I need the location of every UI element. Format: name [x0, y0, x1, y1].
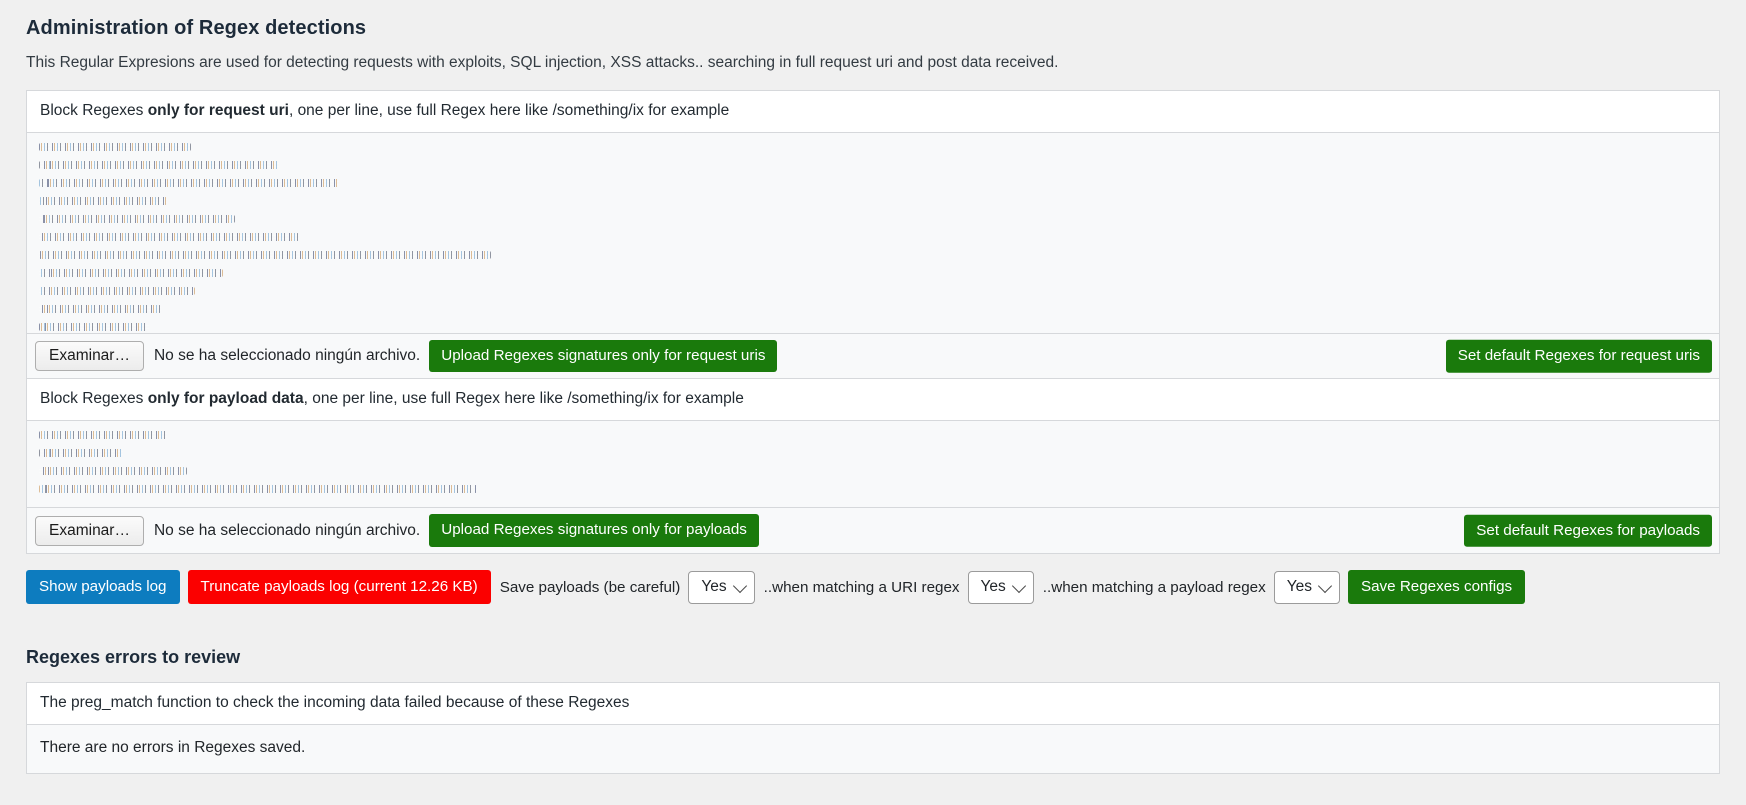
- save-payloads-select[interactable]: Yes: [688, 570, 755, 604]
- redacted-regex-line: [39, 251, 491, 259]
- regex-administration-page: Administration of Regex detections This …: [0, 0, 1746, 805]
- errors-card-header: The preg_match function to check the inc…: [27, 683, 1719, 726]
- payload-regexes-textarea[interactable]: [27, 421, 1719, 508]
- uri-head-strong: only for request uri: [147, 102, 289, 119]
- redacted-regex-line: [39, 485, 477, 494]
- regex-toolbar: Show payloads log Truncate payloads log …: [26, 554, 1720, 605]
- uri-head-prefix: Block Regexes: [40, 102, 148, 119]
- payload-actions-row: Examinar… No se ha seleccionado ningún a…: [27, 507, 1719, 553]
- uri-regexes-card-header: Block Regexes only for request uri, one …: [27, 91, 1719, 133]
- save-payloads-select-value: Yes: [701, 577, 727, 595]
- chevron-down-icon: [1011, 579, 1026, 594]
- errors-card-body: There are no errors in Regexes saved.: [27, 725, 1719, 774]
- uri-set-default-button[interactable]: Set default Regexes for request uris: [1445, 340, 1712, 373]
- redacted-regex-line: [39, 143, 191, 151]
- payload-regexes-card-header: Block Regexes only for payload data, one…: [27, 379, 1719, 422]
- page-title: Administration of Regex detections: [26, 17, 367, 39]
- chevron-down-icon: [1317, 579, 1333, 594]
- uri-upload-button[interactable]: Upload Regexes signatures only for reque…: [429, 340, 778, 373]
- payload-match-label: ..when matching a payload regex: [1042, 578, 1266, 596]
- redacted-regex-line: [39, 269, 223, 277]
- uri-match-select-value: Yes: [980, 577, 1006, 595]
- redacted-regex-line: [39, 467, 187, 476]
- redacted-regex-line: [39, 449, 123, 458]
- payload-match-select[interactable]: Yes: [1273, 570, 1340, 604]
- uri-regexes-textarea[interactable]: [27, 133, 1719, 333]
- payload-head-prefix: Block Regexes: [40, 390, 148, 408]
- uri-regexes-card: Block Regexes only for request uri, one …: [26, 90, 1720, 380]
- redacted-regex-line: [39, 215, 235, 223]
- uri-file-status: No se ha seleccionado ningún archivo.: [153, 347, 421, 365]
- redacted-regex-line: [39, 287, 195, 295]
- errors-card: The preg_match function to check the inc…: [26, 682, 1720, 775]
- truncate-payloads-log-button[interactable]: Truncate payloads log (current 12.26 KB): [187, 569, 491, 605]
- uri-match-label: ..when matching a URI regex: [763, 578, 960, 596]
- payload-match-select-value: Yes: [1286, 577, 1312, 595]
- payload-upload-button[interactable]: Upload Regexes signatures only for paylo…: [429, 514, 759, 547]
- redacted-regex-line: [39, 305, 161, 313]
- redacted-regex-line: [39, 179, 339, 187]
- uri-actions-row: Examinar… No se ha seleccionado ningún a…: [27, 333, 1719, 379]
- redacted-regex-line: [39, 323, 149, 331]
- redacted-regex-line: [39, 197, 167, 205]
- uri-head-suffix: , one per line, use full Regex here like…: [288, 102, 730, 119]
- payload-regexes-card: Block Regexes only for payload data, one…: [26, 379, 1720, 554]
- payload-head-suffix: , one per line, use full Regex here like…: [303, 390, 744, 408]
- errors-section-title: Regexes errors to review: [26, 647, 241, 668]
- redacted-regex-line: [39, 161, 279, 169]
- payload-file-status: No se ha seleccionado ningún archivo.: [153, 521, 421, 539]
- uri-match-select[interactable]: Yes: [967, 570, 1034, 604]
- payload-head-strong: only for payload data: [147, 390, 304, 408]
- uri-file-browse-button[interactable]: Examinar…: [35, 341, 144, 372]
- payload-set-default-button[interactable]: Set default Regexes for payloads: [1464, 514, 1712, 547]
- save-payloads-label: Save payloads (be careful): [499, 578, 681, 596]
- redacted-regex-line: [39, 233, 299, 241]
- save-regexes-configs-button[interactable]: Save Regexes configs: [1347, 569, 1526, 605]
- payload-file-browse-button[interactable]: Examinar…: [35, 515, 144, 546]
- chevron-down-icon: [732, 579, 747, 594]
- redacted-regex-line: [39, 431, 167, 440]
- show-payloads-log-button[interactable]: Show payloads log: [26, 569, 180, 605]
- page-description: This Regular Expresions are used for det…: [26, 54, 1059, 71]
